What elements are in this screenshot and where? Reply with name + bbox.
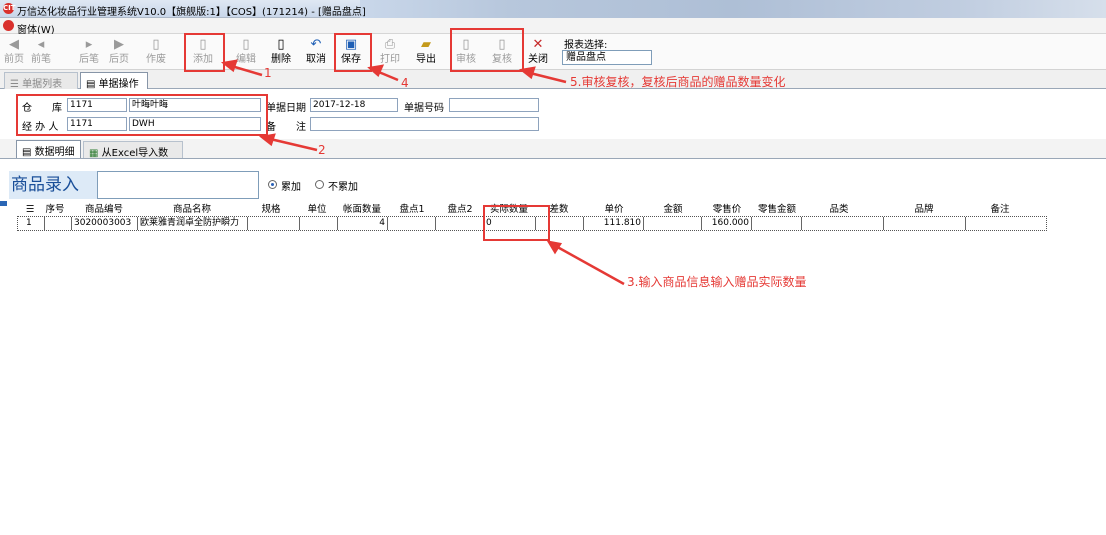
arrow-2-head [258, 133, 276, 147]
arrow-5-head [518, 66, 536, 80]
annotation-1: 1 [264, 66, 272, 80]
annotation-4: 4 [401, 76, 409, 90]
annotation-5: 5.审核复核，复核后商品的赠品数量变化 [570, 75, 786, 89]
annotation-arrows [220, 59, 625, 286]
annotation-2: 2 [318, 143, 326, 157]
annotation-3: 3.输入商品信息输入赠品实际数量 [627, 275, 807, 289]
arrow-1-head [220, 59, 238, 73]
arrow-3-head [546, 240, 563, 255]
arrow-3 [551, 242, 625, 286]
